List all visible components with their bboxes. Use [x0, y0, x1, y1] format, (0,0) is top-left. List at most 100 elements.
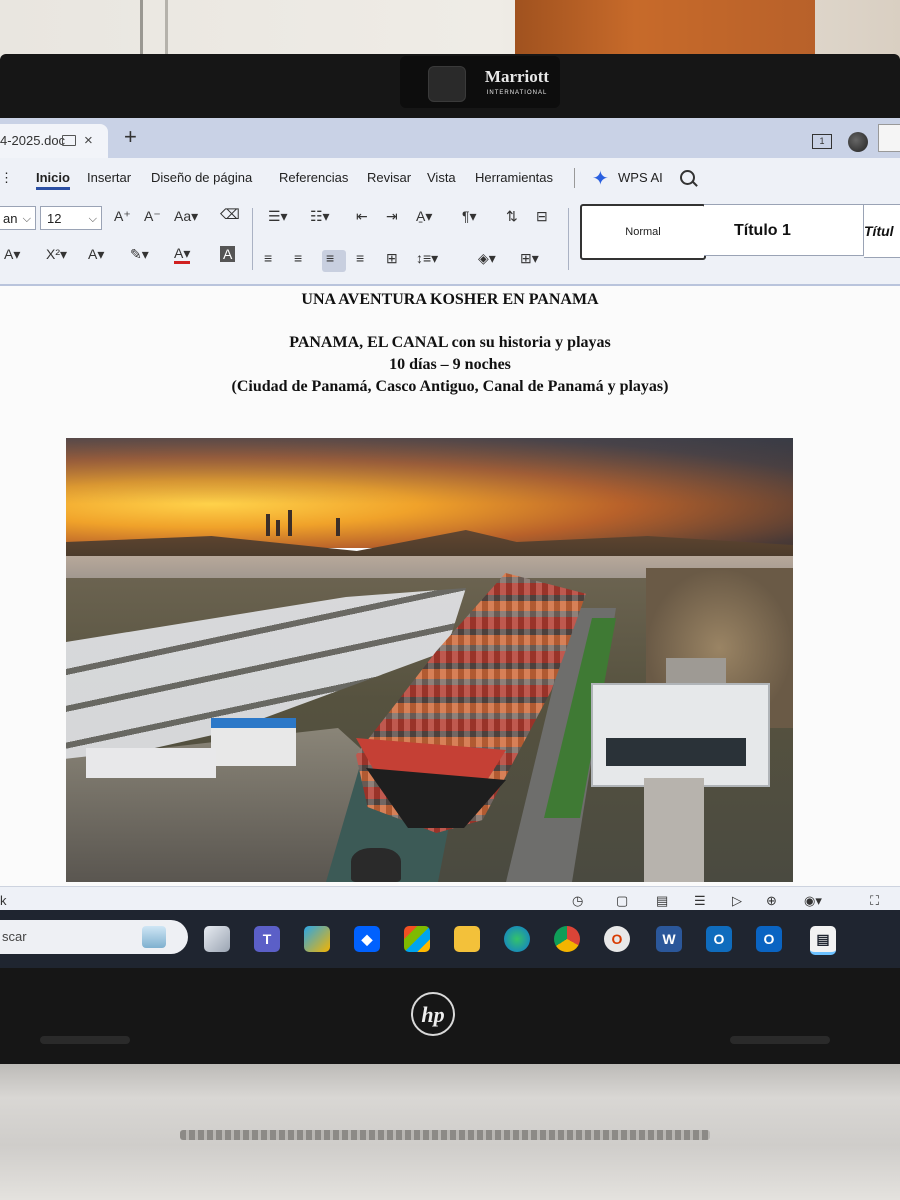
status-text: k [0, 893, 7, 908]
search-icon[interactable] [680, 170, 695, 185]
menu-inicio[interactable]: Inicio [36, 170, 70, 190]
photo-skyline [276, 520, 280, 536]
photo-skyline [336, 518, 340, 536]
photo-tower-stem [644, 778, 704, 882]
change-case-icon[interactable]: Aa▾ [174, 208, 198, 225]
clock-view-icon[interactable]: ◷ [572, 893, 583, 909]
document-tab[interactable]: 4-2025.doc × [0, 124, 108, 158]
play-icon[interactable]: ▷ [732, 893, 742, 909]
shading-icon[interactable]: ◈▾ [478, 250, 496, 267]
bullets-icon[interactable]: ☰▾ [268, 208, 288, 225]
wps-ai-star-icon[interactable]: ✦ [592, 166, 609, 191]
align-center-icon[interactable]: ≡ [294, 250, 302, 266]
menu-diseno-pagina[interactable]: Diseño de página [151, 170, 252, 185]
decrease-indent-icon[interactable]: ⇤ [356, 208, 368, 225]
webcam-slider[interactable] [428, 66, 466, 102]
eye-protection-icon[interactable]: ◉▾ [804, 893, 822, 909]
photo-control-tower [591, 683, 770, 787]
dropbox-icon[interactable]: ◆ [354, 926, 380, 952]
photo-skyline [266, 514, 270, 536]
doc-destinations: (Ciudad de Panamá, Casco Antiguo, Canal … [231, 378, 669, 395]
background-door [515, 0, 815, 62]
grow-font-icon[interactable]: A⁺ [114, 208, 131, 225]
reading-view-icon[interactable]: ▢ [616, 893, 628, 909]
document-app-icon[interactable]: ▤ [810, 926, 836, 955]
ribbon-divider [568, 208, 569, 270]
fullscreen-icon[interactable]: ⛶ [870, 893, 879, 909]
menu-vista[interactable]: Vista [427, 170, 456, 185]
avatar[interactable] [848, 132, 868, 152]
screen: 4-2025.doc × + 1 ⋮ Inicio Insertar Diseñ… [0, 118, 900, 968]
document-page[interactable]: UNA AVENTURA KOSHER EN PANAMA PANAMA, EL… [0, 286, 900, 896]
outline-view-icon[interactable]: ☰ [694, 893, 706, 909]
font-name-value: an [3, 211, 18, 226]
web-view-icon[interactable]: ⊕ [766, 893, 777, 909]
font-effects-icon[interactable]: A▾ [4, 246, 20, 263]
doc-duration: 10 días – 9 noches [389, 356, 511, 373]
clear-format-icon[interactable]: ⌫ [220, 206, 240, 223]
photos-icon[interactable] [304, 926, 330, 952]
bezel-foot [40, 1036, 130, 1044]
webcam-brand-text: Marriott [484, 67, 550, 86]
taskbar-search-placeholder: scar [2, 929, 27, 944]
distributed-icon[interactable]: ⊞ [386, 250, 398, 267]
asian-layout-icon[interactable]: A̱▾ [416, 208, 432, 225]
font-name-select[interactable]: an ⌵ [0, 206, 36, 230]
style-titulo-1[interactable]: Título 1 [704, 204, 864, 256]
ribbon-toolbar: an ⌵ 12 ⌵ A⁺ A⁻ Aa▾ ⌫ A▾ X²▾ A▾ ✎▾ A▾ A … [0, 198, 900, 286]
increase-indent-icon[interactable]: ⇥ [386, 208, 398, 225]
table-tools-icon[interactable]: ⊟ [536, 208, 548, 225]
document-tab-title: 4-2025.doc [0, 133, 66, 148]
menu-more-icon[interactable]: ⋮ [0, 170, 13, 186]
photo-clouds [66, 438, 793, 548]
new-tab-button[interactable]: + [124, 124, 137, 150]
menu-herramientas[interactable]: Herramientas [475, 170, 553, 185]
ribbon-divider [252, 208, 253, 270]
photo-tower-windows [606, 738, 746, 766]
align-center-active-icon[interactable]: ≡ [326, 250, 334, 266]
edge-icon[interactable] [504, 926, 530, 952]
character-shading-icon[interactable]: A [220, 246, 236, 262]
menu-revisar[interactable]: Revisar [367, 170, 411, 185]
menu-bar: ⋮ Inicio Insertar Diseño de página Refer… [0, 158, 900, 198]
line-spacing-icon[interactable]: ↕≡▾ [416, 250, 438, 267]
text-effects-icon[interactable]: A▾ [88, 246, 104, 263]
photo-skyline [288, 510, 292, 536]
shrink-font-icon[interactable]: A⁻ [144, 208, 161, 225]
numbering-icon[interactable]: ☷▾ [310, 208, 330, 225]
photo-tugboat [351, 848, 401, 882]
font-size-select[interactable]: 12 ⌵ [40, 206, 102, 230]
paragraph-marks-icon[interactable]: ¶▾ [462, 208, 477, 225]
close-tab-icon[interactable]: × [84, 124, 93, 158]
superscript-icon[interactable]: X²▾ [46, 246, 67, 263]
menu-wps-ai[interactable]: WPS AI [618, 170, 663, 185]
style-titulo-2[interactable]: Títul [864, 204, 900, 258]
office-icon[interactable]: O [604, 926, 630, 952]
bezel-foot [730, 1036, 830, 1044]
style-normal[interactable]: Normal [580, 204, 706, 260]
borders-icon[interactable]: ⊞▾ [520, 250, 539, 267]
font-color-icon[interactable]: A▾ [174, 246, 191, 264]
taskbar-search[interactable]: scar [0, 920, 188, 954]
outlook-icon[interactable]: O [706, 926, 732, 952]
menu-divider [574, 168, 575, 188]
sort-icon[interactable]: ⇅ [506, 208, 518, 225]
chrome-icon[interactable] [554, 926, 580, 952]
photo-white-building [86, 748, 216, 778]
highlight-icon[interactable]: ✎▾ [130, 246, 149, 263]
word-icon[interactable]: W [656, 926, 682, 952]
panama-canal-photo[interactable] [66, 438, 793, 882]
window-count-icon[interactable]: 1 [812, 134, 832, 149]
file-explorer-icon[interactable] [454, 926, 480, 952]
page-view-icon[interactable]: ▤ [656, 893, 668, 909]
store-icon[interactable] [404, 926, 430, 952]
window-control-icon[interactable] [878, 124, 900, 152]
justify-icon[interactable]: ≡ [356, 250, 364, 266]
teams-icon[interactable]: T [254, 926, 280, 952]
menu-insertar[interactable]: Insertar [87, 170, 131, 185]
outlook-new-icon[interactable]: O [756, 926, 782, 952]
align-left-icon[interactable]: ≡ [264, 250, 272, 266]
task-view-icon[interactable] [204, 926, 230, 952]
font-size-value: 12 [47, 211, 62, 226]
menu-referencias[interactable]: Referencias [279, 170, 348, 185]
